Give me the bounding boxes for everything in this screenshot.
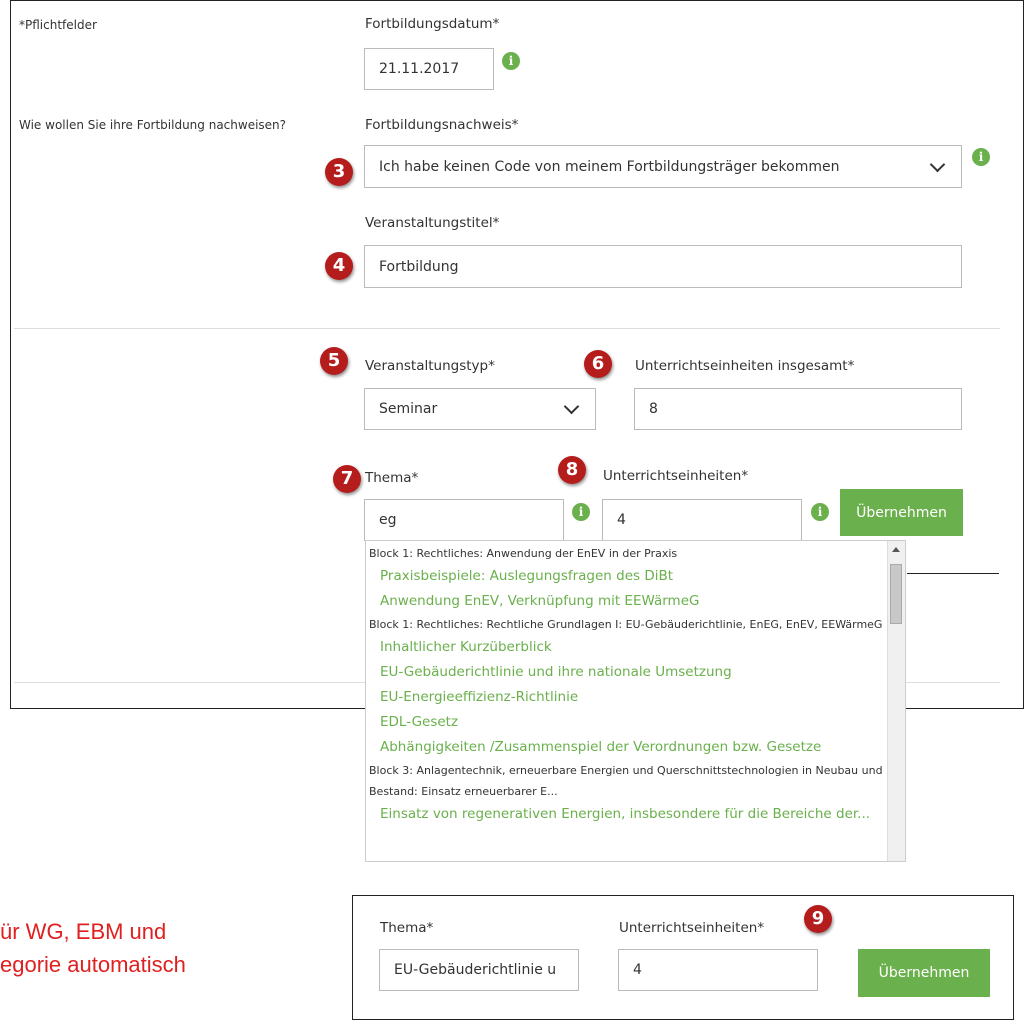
step-badge-6: 6 [584,350,612,378]
units-total-label: Unterrichtseinheiten insgesamt* [635,358,855,374]
topic-autocomplete-list[interactable]: Block 1: Rechtliches: Anwendung der EnEV… [365,540,906,862]
callout-line [907,573,999,574]
units-total-input[interactable]: 8 [634,388,962,430]
step-badge-9: 9 [804,905,832,933]
title-label: Veranstaltungstitel* [365,215,500,231]
scrollbar-thumb[interactable] [890,564,902,624]
step-badge-4: 4 [325,252,353,280]
result-apply-button[interactable]: Übernehmen [858,949,990,997]
scrollbar[interactable] [887,541,905,861]
autocomplete-option[interactable]: Anwendung EnEV, Verknüpfung mit EEWärmeG [366,589,887,614]
info-icon[interactable]: i [502,52,520,70]
autocomplete-option[interactable]: Praxisbeispiele: Auslegungsfragen des Di… [366,564,887,589]
chevron-down-icon [563,398,580,415]
annotation-line-1: ür WG, EBM und [0,919,167,944]
autocomplete-option[interactable]: EU-Energieeffizienz-Richtlinie [366,685,887,710]
result-topic-label: Thema* [380,920,434,936]
info-icon[interactable]: i [572,503,590,521]
proof-label: Fortbildungsnachweis* [365,117,519,133]
annotation-text: ür WG, EBM und egorie automatisch [0,915,186,981]
units-input[interactable]: 4 [602,499,802,541]
units-label: Unterrichtseinheiten* [603,468,749,484]
proof-select[interactable]: Ich habe keinen Code von meinem Fortbild… [364,145,962,188]
autocomplete-option[interactable]: EDL-Gesetz [366,710,887,735]
autocomplete-options: Block 1: Rechtliches: Anwendung der EnEV… [366,541,887,827]
topic-label: Thema* [365,470,419,486]
apply-button[interactable]: Übernehmen [840,489,963,536]
info-icon[interactable]: i [811,503,829,521]
title-input[interactable]: Fortbildung [364,245,962,288]
autocomplete-option[interactable]: Inhaltlicher Kurzüberblick [366,635,887,660]
chevron-down-icon [929,156,946,172]
type-label: Veranstaltungstyp* [365,358,495,374]
step-badge-3: 3 [325,158,353,186]
info-icon[interactable]: i [972,148,990,166]
annotation-line-2: egorie automatisch [0,952,186,977]
type-select[interactable]: Seminar [364,388,596,430]
proof-question: Wie wollen Sie ihre Fortbildung nachweis… [19,118,287,132]
autocomplete-option[interactable]: EU-Gebäuderichtlinie und ihre nationale … [366,660,887,685]
autocomplete-group: Block 3: Anlagentechnik, erneuerbare Ene… [369,764,883,798]
autocomplete-option[interactable]: Einsatz von regenerativen Energien, insb… [366,802,887,827]
result-units-label: Unterrichtseinheiten* [619,920,765,936]
result-topic-input[interactable]: EU-Gebäuderichtlinie u [379,949,579,991]
date-label: Fortbildungsdatum* [365,16,500,32]
step-badge-8: 8 [558,456,586,484]
required-note: *Pflichtfelder [19,18,97,32]
step-badge-7: 7 [333,465,361,493]
proof-select-value: Ich habe keinen Code von meinem Fortbild… [379,158,840,175]
result-panel: Thema* EU-Gebäuderichtlinie u Unterricht… [352,895,1014,1020]
autocomplete-group: Block 1: Rechtliches: Rechtliche Grundla… [369,618,883,631]
autocomplete-group: Block 1: Rechtliches: Anwendung der EnEV… [369,547,678,560]
scroll-up-arrow-icon[interactable] [892,547,900,552]
result-units-input[interactable]: 4 [618,949,818,991]
type-select-value: Seminar [379,401,438,417]
date-input[interactable]: 21.11.2017 [364,48,494,90]
topic-input[interactable]: eg [364,499,564,541]
section-divider [14,328,1000,329]
step-badge-5: 5 [320,347,348,375]
autocomplete-option[interactable]: Abhängigkeiten /Zusammenspiel der Verord… [366,735,887,760]
